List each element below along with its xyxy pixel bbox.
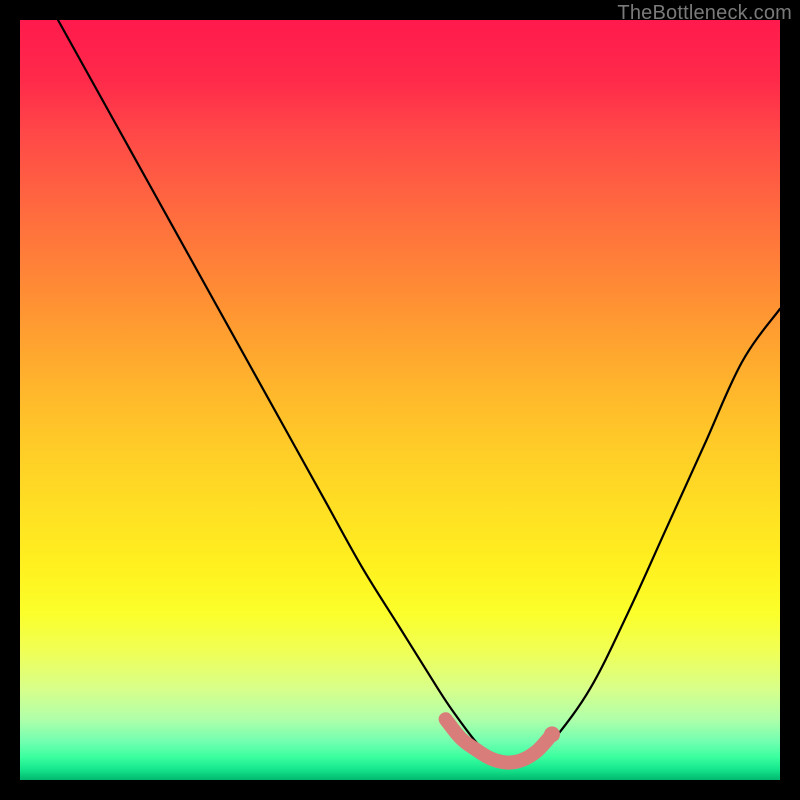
chart-svg xyxy=(20,20,780,780)
chart-frame: TheBottleneck.com xyxy=(0,0,800,800)
optimal-band xyxy=(446,719,552,762)
bottleneck-curve xyxy=(58,20,780,766)
marker-right-icon xyxy=(544,726,560,742)
plot-area xyxy=(20,20,780,780)
